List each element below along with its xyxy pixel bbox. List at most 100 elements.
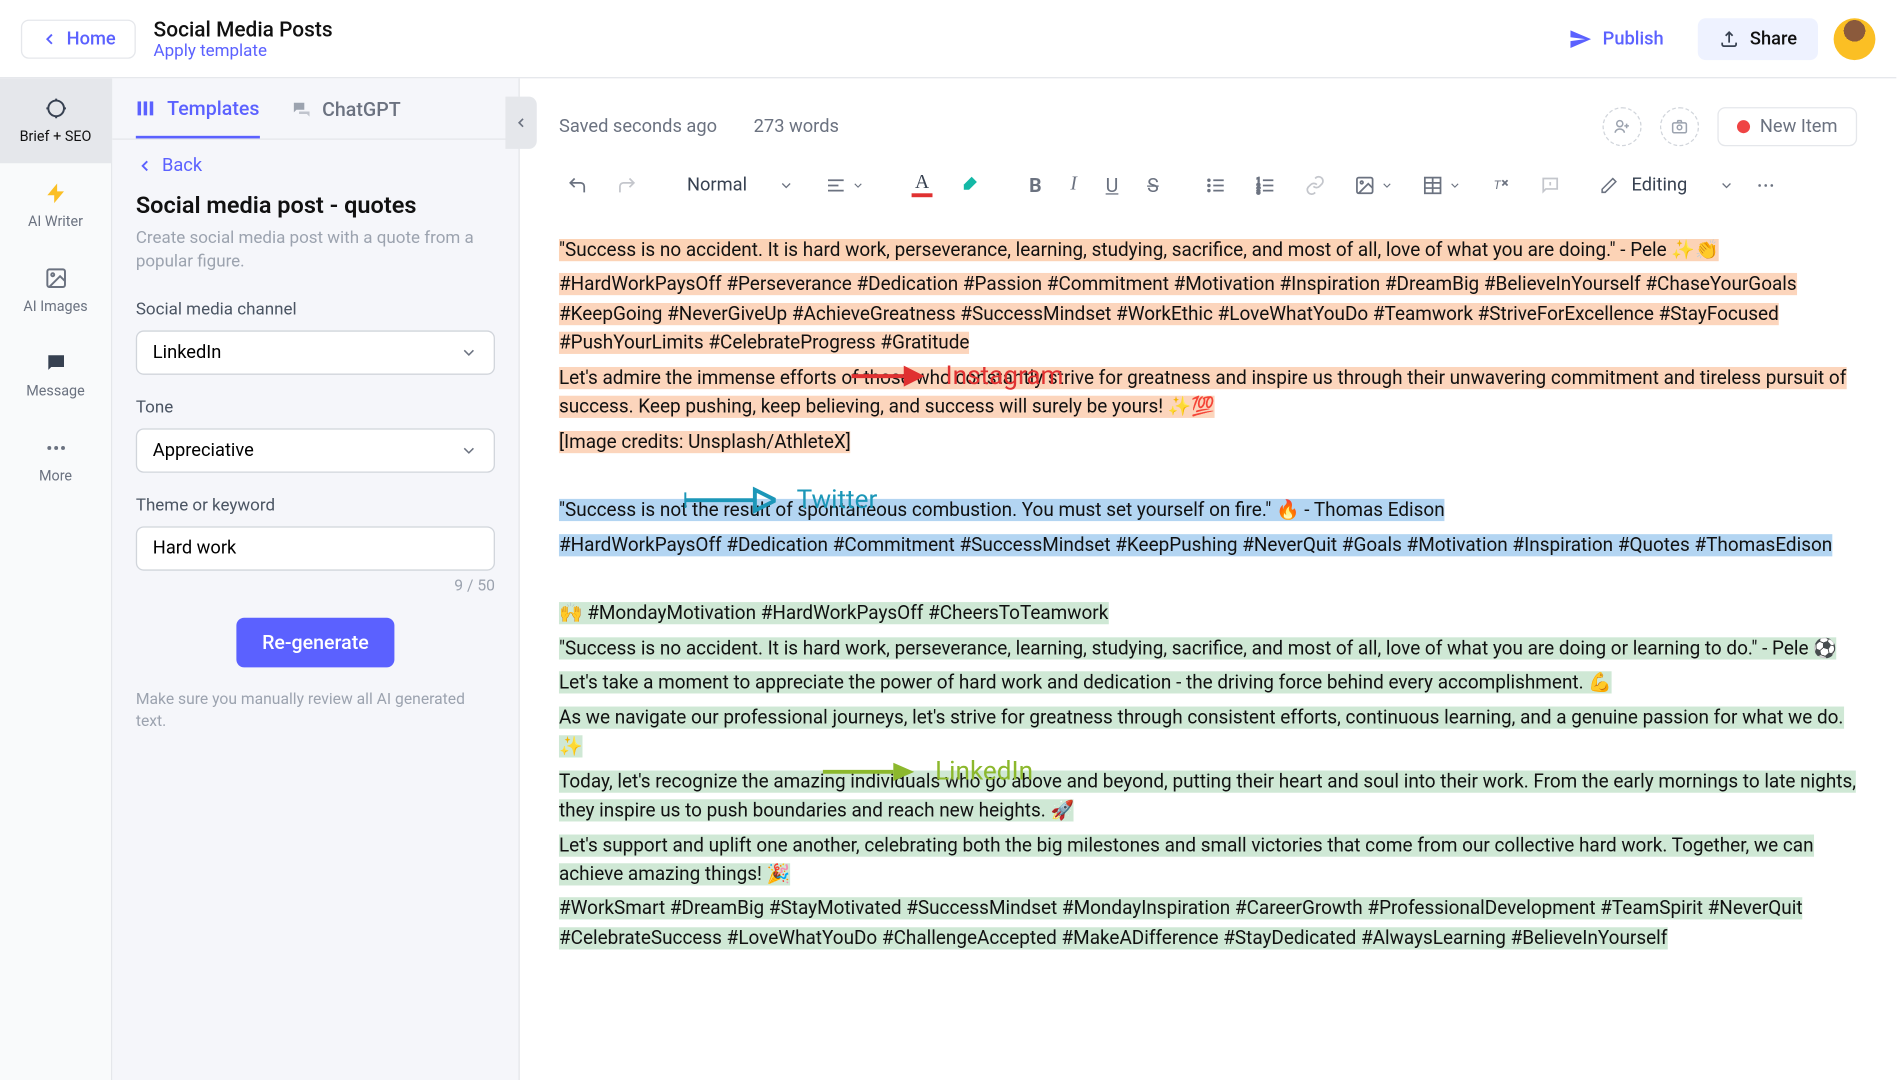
home-label: Home <box>67 28 116 49</box>
collapse-panel-button[interactable] <box>505 97 536 149</box>
numbered-list-button[interactable]: 123 <box>1248 169 1285 200</box>
highlight-button[interactable] <box>953 169 990 200</box>
chevron-down-icon <box>460 442 478 460</box>
link-button[interactable] <box>1297 169 1334 200</box>
keyword-value: Hard work <box>153 539 237 560</box>
share-label: Share <box>1750 28 1797 49</box>
tab-templates-label: Templates <box>167 97 259 121</box>
publish-button[interactable]: Publish <box>1550 19 1682 58</box>
svg-text:T: T <box>1494 177 1502 191</box>
chevron-down-icon <box>1381 178 1394 191</box>
strikethrough-button[interactable]: S <box>1139 168 1166 202</box>
ig-quote: "Success is no accident. It is hard work… <box>559 239 1719 261</box>
tone-value: Appreciative <box>153 441 254 462</box>
channel-select[interactable]: LinkedIn <box>136 331 495 375</box>
send-icon <box>1569 27 1593 51</box>
annotation-instagram-label: Instagram <box>946 355 1064 395</box>
italic-button[interactable]: I <box>1063 168 1085 201</box>
word-count: 273 words <box>754 116 839 137</box>
status-select[interactable]: New Item <box>1717 107 1857 146</box>
style-value: Normal <box>687 174 747 195</box>
target-icon <box>44 97 68 121</box>
publish-label: Publish <box>1603 28 1664 49</box>
highlighter-icon <box>961 174 982 195</box>
top-bar: Home Social Media Posts Apply template P… <box>0 0 1896 78</box>
keyword-label: Theme or keyword <box>136 497 495 517</box>
underline-button[interactable]: U <box>1098 168 1126 202</box>
paragraph-style-select[interactable]: Normal <box>677 169 805 200</box>
tone-select[interactable]: Appreciative <box>136 429 495 473</box>
mode-label: Editing <box>1632 174 1688 195</box>
add-people-button[interactable] <box>1602 107 1641 146</box>
comment-button[interactable] <box>1532 169 1569 200</box>
tab-chatgpt-label: ChatGPT <box>322 98 401 122</box>
rail-message[interactable]: Message <box>0 333 111 418</box>
ig-body: Let's admire the immense efforts of thos… <box>559 367 1846 419</box>
numbered-list-icon: 123 <box>1255 174 1276 195</box>
rail-message-label: Message <box>26 383 85 400</box>
clear-format-button[interactable]: T <box>1483 169 1520 200</box>
clear-format-icon: T <box>1490 174 1511 195</box>
back-link[interactable]: Back <box>136 155 495 176</box>
annotation-instagram: Instagram <box>852 355 1064 395</box>
home-button[interactable]: Home <box>21 19 135 58</box>
doc-title[interactable]: Social Media Posts <box>154 16 333 41</box>
regenerate-button[interactable]: Re-generate <box>236 618 395 668</box>
more-toolbar-button[interactable] <box>1747 169 1784 200</box>
main-layout: Brief + SEO AI Writer AI Images Message … <box>0 78 1896 1080</box>
redo-button[interactable] <box>609 169 646 200</box>
undo-icon <box>567 174 588 195</box>
li-p4: Let's support and uplift one another, ce… <box>559 834 1814 886</box>
rail-ai-writer[interactable]: AI Writer <box>0 163 111 248</box>
ig-hashtags: #HardWorkPaysOff #Perseverance #Dedicati… <box>559 274 1797 355</box>
apply-template-link[interactable]: Apply template <box>154 41 333 61</box>
pencil-icon <box>1600 176 1618 194</box>
rail-brief-seo[interactable]: Brief + SEO <box>0 78 111 163</box>
annotation-twitter-label: Twitter <box>797 479 878 519</box>
rail-ai-images[interactable]: AI Images <box>0 248 111 333</box>
chevron-down-icon <box>778 177 794 193</box>
chevron-left-icon <box>136 157 154 175</box>
text-color-button[interactable]: A <box>904 167 941 202</box>
mode-select[interactable]: Editing <box>1600 174 1734 195</box>
redo-icon <box>616 174 637 195</box>
undo-button[interactable] <box>559 169 596 200</box>
bold-button[interactable]: B <box>1021 168 1049 202</box>
annotation-linkedin: LinkedIn <box>823 751 1033 791</box>
document-content[interactable]: "Success is no accident. It is hard work… <box>520 223 1897 972</box>
tab-chatgpt[interactable]: ChatGPT <box>291 97 401 139</box>
chevron-down-icon <box>1449 178 1462 191</box>
add-image-button[interactable] <box>1659 107 1698 146</box>
li-p1: Let's take a moment to appreciate the po… <box>559 671 1612 693</box>
editor-header-right: New Item <box>1602 107 1857 146</box>
chevron-left-icon <box>513 115 529 131</box>
li-p2: As we navigate our professional journeys… <box>559 706 1843 758</box>
tab-templates[interactable]: Templates <box>136 97 260 139</box>
table-button[interactable] <box>1415 169 1470 200</box>
rail-more[interactable]: More <box>0 418 111 503</box>
arrow-right-icon <box>852 361 925 390</box>
link-icon <box>1305 174 1326 195</box>
share-button[interactable]: Share <box>1698 18 1818 60</box>
image-button[interactable] <box>1347 169 1402 200</box>
align-button[interactable] <box>818 169 873 200</box>
upload-icon <box>1719 28 1740 49</box>
template-title: Social media post - quotes <box>136 192 495 219</box>
panel-tabs: Templates ChatGPT <box>112 78 518 139</box>
saved-status: Saved seconds ago <box>559 116 717 137</box>
templates-icon <box>136 98 157 119</box>
chevron-left-icon <box>40 29 58 47</box>
arrow-right-icon <box>823 758 914 784</box>
ig-credits: [Image credits: Unsplash/AthleteX] <box>559 431 851 453</box>
rail-writer-label: AI Writer <box>28 213 83 230</box>
tw-hashtags: #HardWorkPaysOff #Dedication #Commitment… <box>559 534 1832 556</box>
more-icon <box>44 436 68 460</box>
char-count: 9 / 50 <box>136 576 495 594</box>
keyword-input[interactable]: Hard work <box>136 527 495 571</box>
table-icon <box>1423 174 1444 195</box>
avatar[interactable] <box>1834 18 1876 60</box>
channel-value: LinkedIn <box>153 343 222 364</box>
bullet-list-button[interactable] <box>1198 169 1235 200</box>
image-icon <box>44 266 68 290</box>
title-block: Social Media Posts Apply template <box>154 16 333 60</box>
